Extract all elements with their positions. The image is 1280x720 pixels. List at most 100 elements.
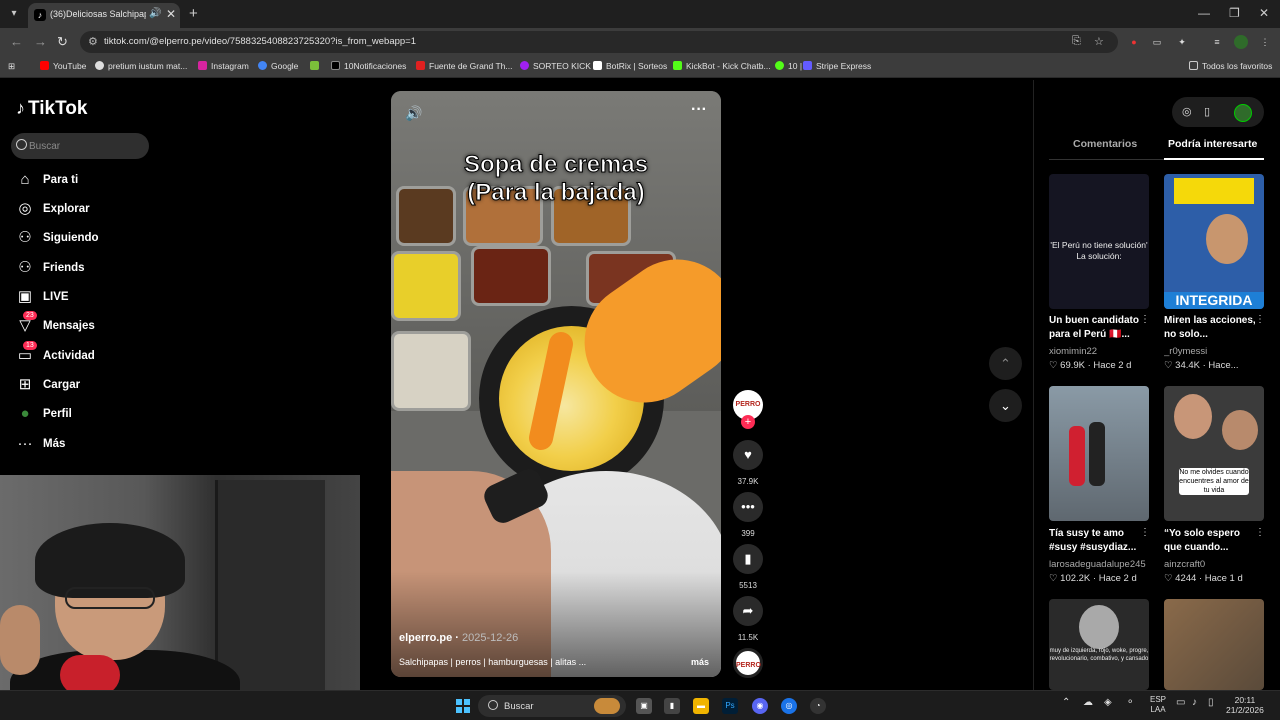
suggested-video-thumb[interactable] [1049, 386, 1149, 521]
save-button[interactable]: ▮ [733, 544, 763, 574]
card-more-icon[interactable]: ⋮ [1140, 314, 1150, 325]
video-player[interactable]: Sopa de cremas (Para la bajada) 🔊 ··· el… [391, 91, 721, 677]
bookmark-item[interactable]: BotRix | Sorteos [593, 61, 667, 71]
suggested-video-title[interactable]: Un buen candidato para el Perú 🇵🇪... [1049, 314, 1143, 342]
address-url[interactable]: tiktok.com/@elperro.pe/video/75883254088… [104, 36, 416, 47]
user-avatar-icon[interactable] [1234, 104, 1252, 122]
photoshop-icon[interactable]: Ps [722, 698, 738, 714]
tray-mic-icon[interactable]: ⚬ [1126, 697, 1134, 708]
windows-start-icon[interactable] [456, 699, 470, 713]
app-icon[interactable]: ▮ [664, 698, 680, 714]
bookmark-item[interactable]: Stripe Express [803, 61, 871, 71]
chrome-menu-icon[interactable]: ⋮ [1258, 35, 1272, 49]
bookmark-item[interactable]: KickBot - Kick Chatb... [673, 61, 771, 71]
address-bar[interactable]: ⚙ tiktok.com/@elperro.pe/video/758832540… [80, 31, 1118, 53]
next-video-button[interactable]: ⌄ [989, 389, 1022, 422]
sidebar-item-friends[interactable]: ⚇ Friends [16, 259, 196, 279]
tray-cloud-icon[interactable]: ☁ [1083, 697, 1093, 708]
reload-icon[interactable]: ↻ [57, 34, 68, 50]
bookmark-item[interactable]: Google [258, 61, 298, 71]
new-tab-button[interactable]: + [189, 5, 198, 22]
previous-video-button[interactable]: ⌃ [989, 347, 1022, 380]
file-explorer-icon[interactable]: ▬ [693, 698, 709, 714]
tray-shield-icon[interactable]: ◈ [1104, 697, 1112, 708]
tray-expand-icon[interactable]: ⌃ [1062, 697, 1070, 708]
bookmark-item[interactable]: Instagram [198, 61, 249, 71]
comment-button[interactable]: ••• [733, 492, 763, 522]
bookmark-item[interactable]: SORTEO KICK [520, 61, 591, 71]
tab-search-menu-icon[interactable]: ▾ [6, 6, 22, 22]
volume-tray-icon[interactable]: ♪ [1192, 697, 1197, 708]
sidebar-item-explorar[interactable]: ◎ Explorar [16, 200, 196, 220]
browser-tab-active[interactable]: ♪ (36)Deliciosas Salchipapas 🔊 ✕ [28, 3, 180, 28]
search-input[interactable]: Buscar [11, 133, 149, 159]
profile-avatar-icon[interactable] [1234, 35, 1248, 49]
language-indicator[interactable]: ESP LAA [1150, 695, 1166, 715]
tab-audio-icon[interactable]: 🔊 [149, 8, 161, 19]
sidebar-item-siguiendo[interactable]: ⚇ Siguiendo [16, 229, 196, 249]
extension-red-icon[interactable]: ● [1127, 35, 1141, 49]
suggested-video-title[interactable]: “Yo solo espero que cuando... [1164, 527, 1258, 555]
sidebar-item-mas[interactable]: ··· Más [16, 435, 196, 455]
suggested-video-user[interactable]: _r0ymessi [1164, 346, 1264, 357]
suggested-video-user[interactable]: ainzcraft0 [1164, 559, 1264, 570]
card-more-icon[interactable]: ⋮ [1255, 314, 1265, 325]
share-button[interactable]: ➦ [733, 596, 763, 626]
suggested-video-thumb[interactable] [1164, 599, 1264, 690]
suggested-video-title[interactable]: Tía susy te amo #susy #susydiaz... [1049, 527, 1143, 555]
tab-comentarios[interactable]: Comentarios [1073, 138, 1137, 150]
sidebar-item-live[interactable]: ▣ LIVE [16, 288, 196, 308]
forward-icon[interactable]: → [34, 34, 47, 49]
install-app-icon[interactable]: ⎘ [1072, 35, 1081, 48]
sidebar-item-perfil[interactable]: ● Perfil [16, 405, 196, 425]
bookmark-item[interactable] [310, 61, 323, 71]
suggested-video-user[interactable]: larosadeguadalupe245 [1049, 559, 1149, 570]
all-favorites-folder[interactable]: Todos los favoritos [1189, 61, 1272, 71]
battery-icon[interactable]: ▯ [1208, 697, 1214, 708]
bookmark-item[interactable]: pretium iustum mat... [95, 61, 187, 71]
card-more-icon[interactable]: ⋮ [1255, 527, 1265, 538]
tab-close-icon[interactable]: ✕ [166, 7, 176, 21]
video-more-icon[interactable]: ··· [691, 101, 707, 119]
suggested-video-title[interactable]: Miren las acciones, no solo... [1164, 314, 1258, 342]
apps-grid-icon[interactable]: ⊞ [8, 61, 15, 72]
sidebar-item-para-ti[interactable]: ⌂ Para ti [16, 171, 196, 191]
bookmark-item[interactable]: 10Notificaciones [331, 61, 406, 71]
taskbar-search[interactable]: Buscar [478, 695, 626, 717]
site-info-icon[interactable]: ⚙ [88, 35, 98, 48]
task-view-icon[interactable]: ▣ [636, 698, 652, 714]
suggested-video-thumb[interactable]: No me olvides cuando encuentres al amor … [1164, 386, 1264, 521]
system-clock[interactable]: 20:11 21/2/2026 [1226, 695, 1264, 715]
bookmark-star-icon[interactable]: ☆ [1094, 35, 1104, 48]
bookmark-item[interactable]: YouTube [40, 61, 86, 71]
extension-card-icon[interactable]: ▭ [1150, 35, 1164, 49]
media-control-icon[interactable]: ≡ [1210, 35, 1224, 49]
music-disc[interactable]: PERRO [733, 648, 763, 678]
like-button[interactable]: ♥ [733, 440, 763, 470]
chrome-icon[interactable]: ◎ [781, 698, 797, 714]
video-more-button[interactable]: más [691, 657, 709, 667]
suggested-video-thumb[interactable]: muy de izquierda, rojo, woke, progre, re… [1049, 599, 1149, 690]
compass-tool-icon[interactable]: ◎ [1182, 105, 1192, 118]
sidebar-item-actividad[interactable]: ▭ 13 Actividad [16, 341, 196, 367]
back-icon[interactable]: ← [10, 34, 23, 49]
video-author[interactable]: elperro.pe · 2025-12-26 [399, 632, 518, 644]
restore-icon[interactable]: ❐ [1229, 6, 1240, 20]
extensions-puzzle-icon[interactable]: ✦ [1175, 35, 1189, 49]
follow-plus-icon[interactable]: + [741, 415, 755, 429]
bookmark-item[interactable]: Fuente de Grand Th... [416, 61, 512, 71]
volume-icon[interactable]: 🔊 [405, 105, 422, 122]
obs-icon[interactable]: ◔ [810, 698, 826, 714]
window-close-icon[interactable]: ✕ [1259, 6, 1269, 20]
network-icon[interactable]: ▭ [1176, 697, 1185, 708]
sidebar-item-mensajes[interactable]: ▽ 23 Mensajes [16, 311, 196, 337]
minimize-icon[interactable]: — [1198, 6, 1210, 20]
tab-podria-interesarte[interactable]: Podría interesarte [1168, 138, 1257, 150]
bookmark-item[interactable]: 10 | [775, 61, 802, 71]
tiktok-logo[interactable]: ♪ TikTok [16, 98, 87, 120]
card-more-icon[interactable]: ⋮ [1140, 527, 1150, 538]
suggested-video-thumb[interactable]: 'El Perú no tiene solución' La solución: [1049, 174, 1149, 309]
discord-icon[interactable]: ◉ [752, 698, 768, 714]
sidebar-item-cargar[interactable]: ⊞ Cargar [16, 376, 196, 396]
phone-tool-icon[interactable]: ▯ [1204, 105, 1210, 118]
